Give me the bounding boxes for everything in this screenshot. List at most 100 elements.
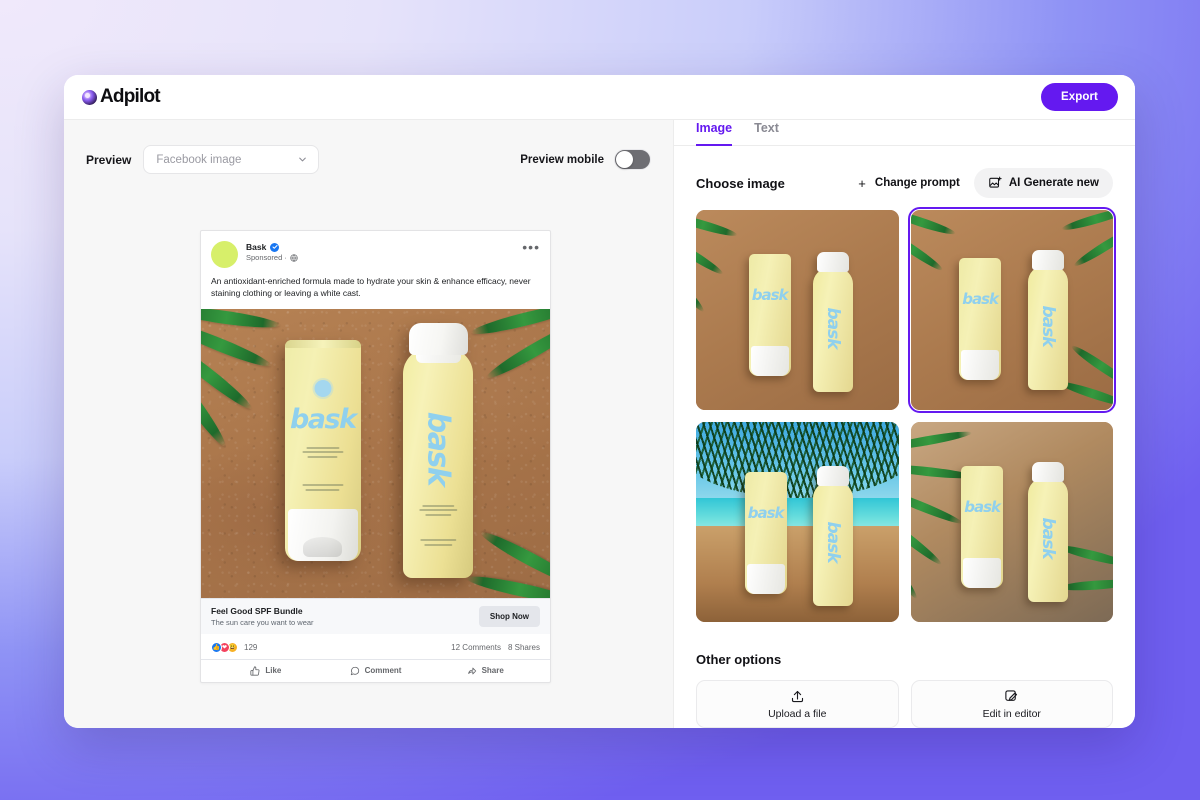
tube-wordmark: bask: [289, 404, 357, 436]
shop-now-button[interactable]: Shop Now: [478, 605, 540, 627]
palm-frond-bottom-left: [201, 510, 231, 570]
ad-more-options-icon[interactable]: •••: [522, 240, 540, 254]
ad-meta-row: Sponsored ·: [246, 253, 522, 262]
ad-hero-image: bask bask: [201, 308, 550, 598]
spray-label-text-block-1: [417, 502, 460, 518]
tab-text[interactable]: Text: [754, 121, 779, 146]
ad-share-label: Share: [481, 666, 504, 676]
ad-comment-label: Comment: [364, 666, 402, 676]
thumbs-up-icon: [250, 666, 260, 676]
thumb4-spray-cap: [1031, 462, 1064, 482]
thumb4-spray-wordmark: bask: [1037, 517, 1058, 559]
thumb1-spray: bask: [813, 252, 854, 392]
ad-brand-row: Bask: [246, 242, 522, 252]
ad-share-button[interactable]: Share: [430, 666, 540, 676]
app-logo: Adpilot: [82, 86, 161, 108]
verified-badge-icon: [270, 242, 280, 252]
thumb2-tube: bask: [959, 258, 1002, 380]
thumb3-spray-cap: [817, 466, 850, 486]
product-sunscreen-spray: bask: [403, 323, 474, 579]
edit-in-editor-button[interactable]: Edit in editor: [910, 680, 1113, 728]
thumb3-tube: bask: [744, 472, 787, 594]
upload-a-file-label: Upload a file: [768, 707, 827, 720]
ad-like-label: Like: [265, 666, 282, 676]
thumb1-tube-cap: [750, 346, 789, 376]
image-option-3-preview: bask bask: [696, 422, 899, 622]
editor-pane: Image Text Choose image + Change prompt: [674, 119, 1135, 728]
image-option-3[interactable]: bask bask: [696, 422, 899, 622]
image-option-2-preview: bask bask: [910, 210, 1113, 410]
ad-sponsored-label: Sponsored ·: [246, 253, 287, 262]
tab-image[interactable]: Image: [696, 121, 733, 146]
workspace: Preview Facebook image Preview mobile Ba…: [64, 119, 1135, 728]
app-topbar: Adpilot Export: [64, 75, 1135, 119]
preview-format-select[interactable]: Facebook image: [143, 145, 320, 174]
thumb3-spray-body: bask: [813, 482, 854, 606]
thumb3-spray: bask: [813, 466, 854, 606]
thumb3-palm-canopy: [696, 422, 899, 498]
ad-like-button[interactable]: Like: [211, 666, 321, 676]
image-option-1-preview: bask bask: [696, 210, 899, 410]
preview-mobile-toggle[interactable]: [614, 149, 651, 170]
tube-label-text-block-1: [299, 444, 346, 460]
ai-generate-new-label: AI Generate new: [1008, 177, 1099, 189]
thumb1-spray-wordmark: bask: [823, 307, 844, 349]
thumb1-tube-wordmark: bask: [751, 285, 789, 304]
ai-generate-new-button[interactable]: AI Generate new: [973, 168, 1113, 198]
choose-image-header: Choose image + Change prompt AI Generate…: [696, 168, 1113, 198]
preview-toolbar: Preview Facebook image Preview mobile: [64, 120, 673, 182]
ad-header: Bask Sponsored · •••: [201, 231, 550, 268]
ad-link-bar: Feel Good SPF Bundle The sun care you wa…: [201, 597, 550, 634]
image-option-2[interactable]: bask bask: [907, 207, 1116, 413]
other-options-title: Other options: [696, 652, 782, 667]
thumb1-tube: bask: [748, 254, 791, 376]
ad-comment-button[interactable]: Comment: [321, 666, 431, 676]
tube-label-text-block-2: [299, 482, 346, 494]
ad-brand-name: Bask: [246, 242, 267, 252]
thumb2-tube-cap: [961, 350, 1000, 380]
thumb4-spray: bask: [1027, 462, 1068, 602]
change-prompt-button[interactable]: + Change prompt: [854, 171, 964, 196]
thumb1-spray-cap: [817, 252, 850, 272]
ad-engagement-stats: 👍 ❤ 😃 129 12 Comments 8 Shares: [201, 633, 550, 659]
other-options-grid: Upload a file Edit in editor: [696, 680, 1113, 728]
thumb2-spray-body: bask: [1027, 266, 1068, 390]
thumb1-spray-body: bask: [813, 268, 854, 392]
upload-a-file-button[interactable]: Upload a file: [696, 680, 899, 728]
reaction-like-icon: 👍: [211, 641, 222, 653]
ad-body-text: An antioxidant-enriched formula made to …: [211, 276, 531, 299]
preview-label: Preview: [86, 152, 132, 167]
thumb2-tube-wordmark: bask: [962, 289, 999, 308]
image-option-4[interactable]: bask bask: [910, 422, 1113, 622]
choose-image-actions: + Change prompt AI Generate new: [854, 168, 1113, 198]
image-option-1[interactable]: bask bask: [696, 210, 899, 410]
preview-mobile-label: Preview mobile: [520, 153, 604, 166]
brand-name: Adpilot: [100, 86, 161, 107]
app-window: Adpilot Export Preview Facebook image Pr…: [64, 75, 1135, 728]
adpilot-mark-icon: [82, 89, 97, 105]
export-button[interactable]: Export: [1040, 83, 1118, 111]
ad-stats-right: 12 Comments 8 Shares: [451, 643, 540, 652]
edit-in-editor-label: Edit in editor: [982, 707, 1041, 720]
thumb4-tube: bask: [961, 466, 1004, 588]
spray-wordmark: bask: [420, 411, 456, 486]
edit-image-icon: [1005, 689, 1018, 701]
product-sunscreen-tube: bask: [284, 340, 361, 562]
choose-image-title: Choose image: [696, 175, 785, 191]
thumb3-spray-wordmark: bask: [823, 521, 844, 563]
spray-cap: [409, 323, 468, 356]
thumb4-tube-cap: [963, 558, 1002, 588]
thumb3-tube-wordmark: bask: [747, 503, 785, 522]
image-options-grid: bask bask bask bask bask bask bask bask: [696, 207, 1116, 622]
comment-bubble-icon: [350, 666, 359, 675]
thumb4-spray-body: bask: [1027, 478, 1068, 602]
ad-link-text: Feel Good SPF Bundle The sun care you wa…: [211, 606, 479, 627]
chevron-down-icon: [299, 157, 307, 162]
ai-image-sparkle-icon: [989, 176, 1002, 188]
ad-header-text: Bask Sponsored ·: [246, 241, 522, 262]
preview-mobile-control: Preview mobile: [520, 149, 651, 170]
thumb3-sand: [696, 526, 899, 622]
thumb2-spray-cap: [1031, 250, 1064, 270]
facebook-ad-preview-card: Bask Sponsored · ••• An antioxidant-enri…: [200, 230, 551, 683]
image-option-4-preview: bask bask: [910, 422, 1113, 622]
